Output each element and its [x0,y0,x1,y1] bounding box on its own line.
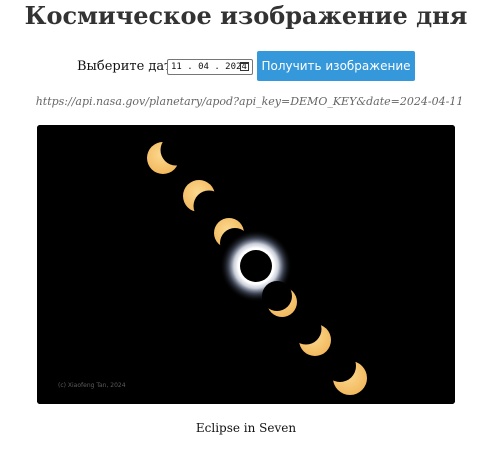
apod-image: (c) Xiaofeng Tan, 2024 [37,125,455,404]
eclipse-sequence-image [37,125,455,404]
image-caption: Eclipse in Seven [195,421,297,435]
page-title: Космическое изображение дня [24,1,468,30]
calendar-icon[interactable] [240,62,249,71]
image-credit: (c) Xiaofeng Tan, 2024 [58,382,126,389]
date-input[interactable]: 11 . 04 . 2024 [167,59,253,75]
date-value: 11 . 04 . 2024 [171,62,247,72]
api-url: https://api.nasa.gov/planetary/apod?api_… [35,95,464,108]
get-image-button[interactable]: Получить изображение [257,51,415,81]
apod-page: Космическое изображение дня Выберите дат… [0,0,499,458]
date-controls: Выберите дату: 11 . 04 . 2024 Получить и… [0,51,492,81]
